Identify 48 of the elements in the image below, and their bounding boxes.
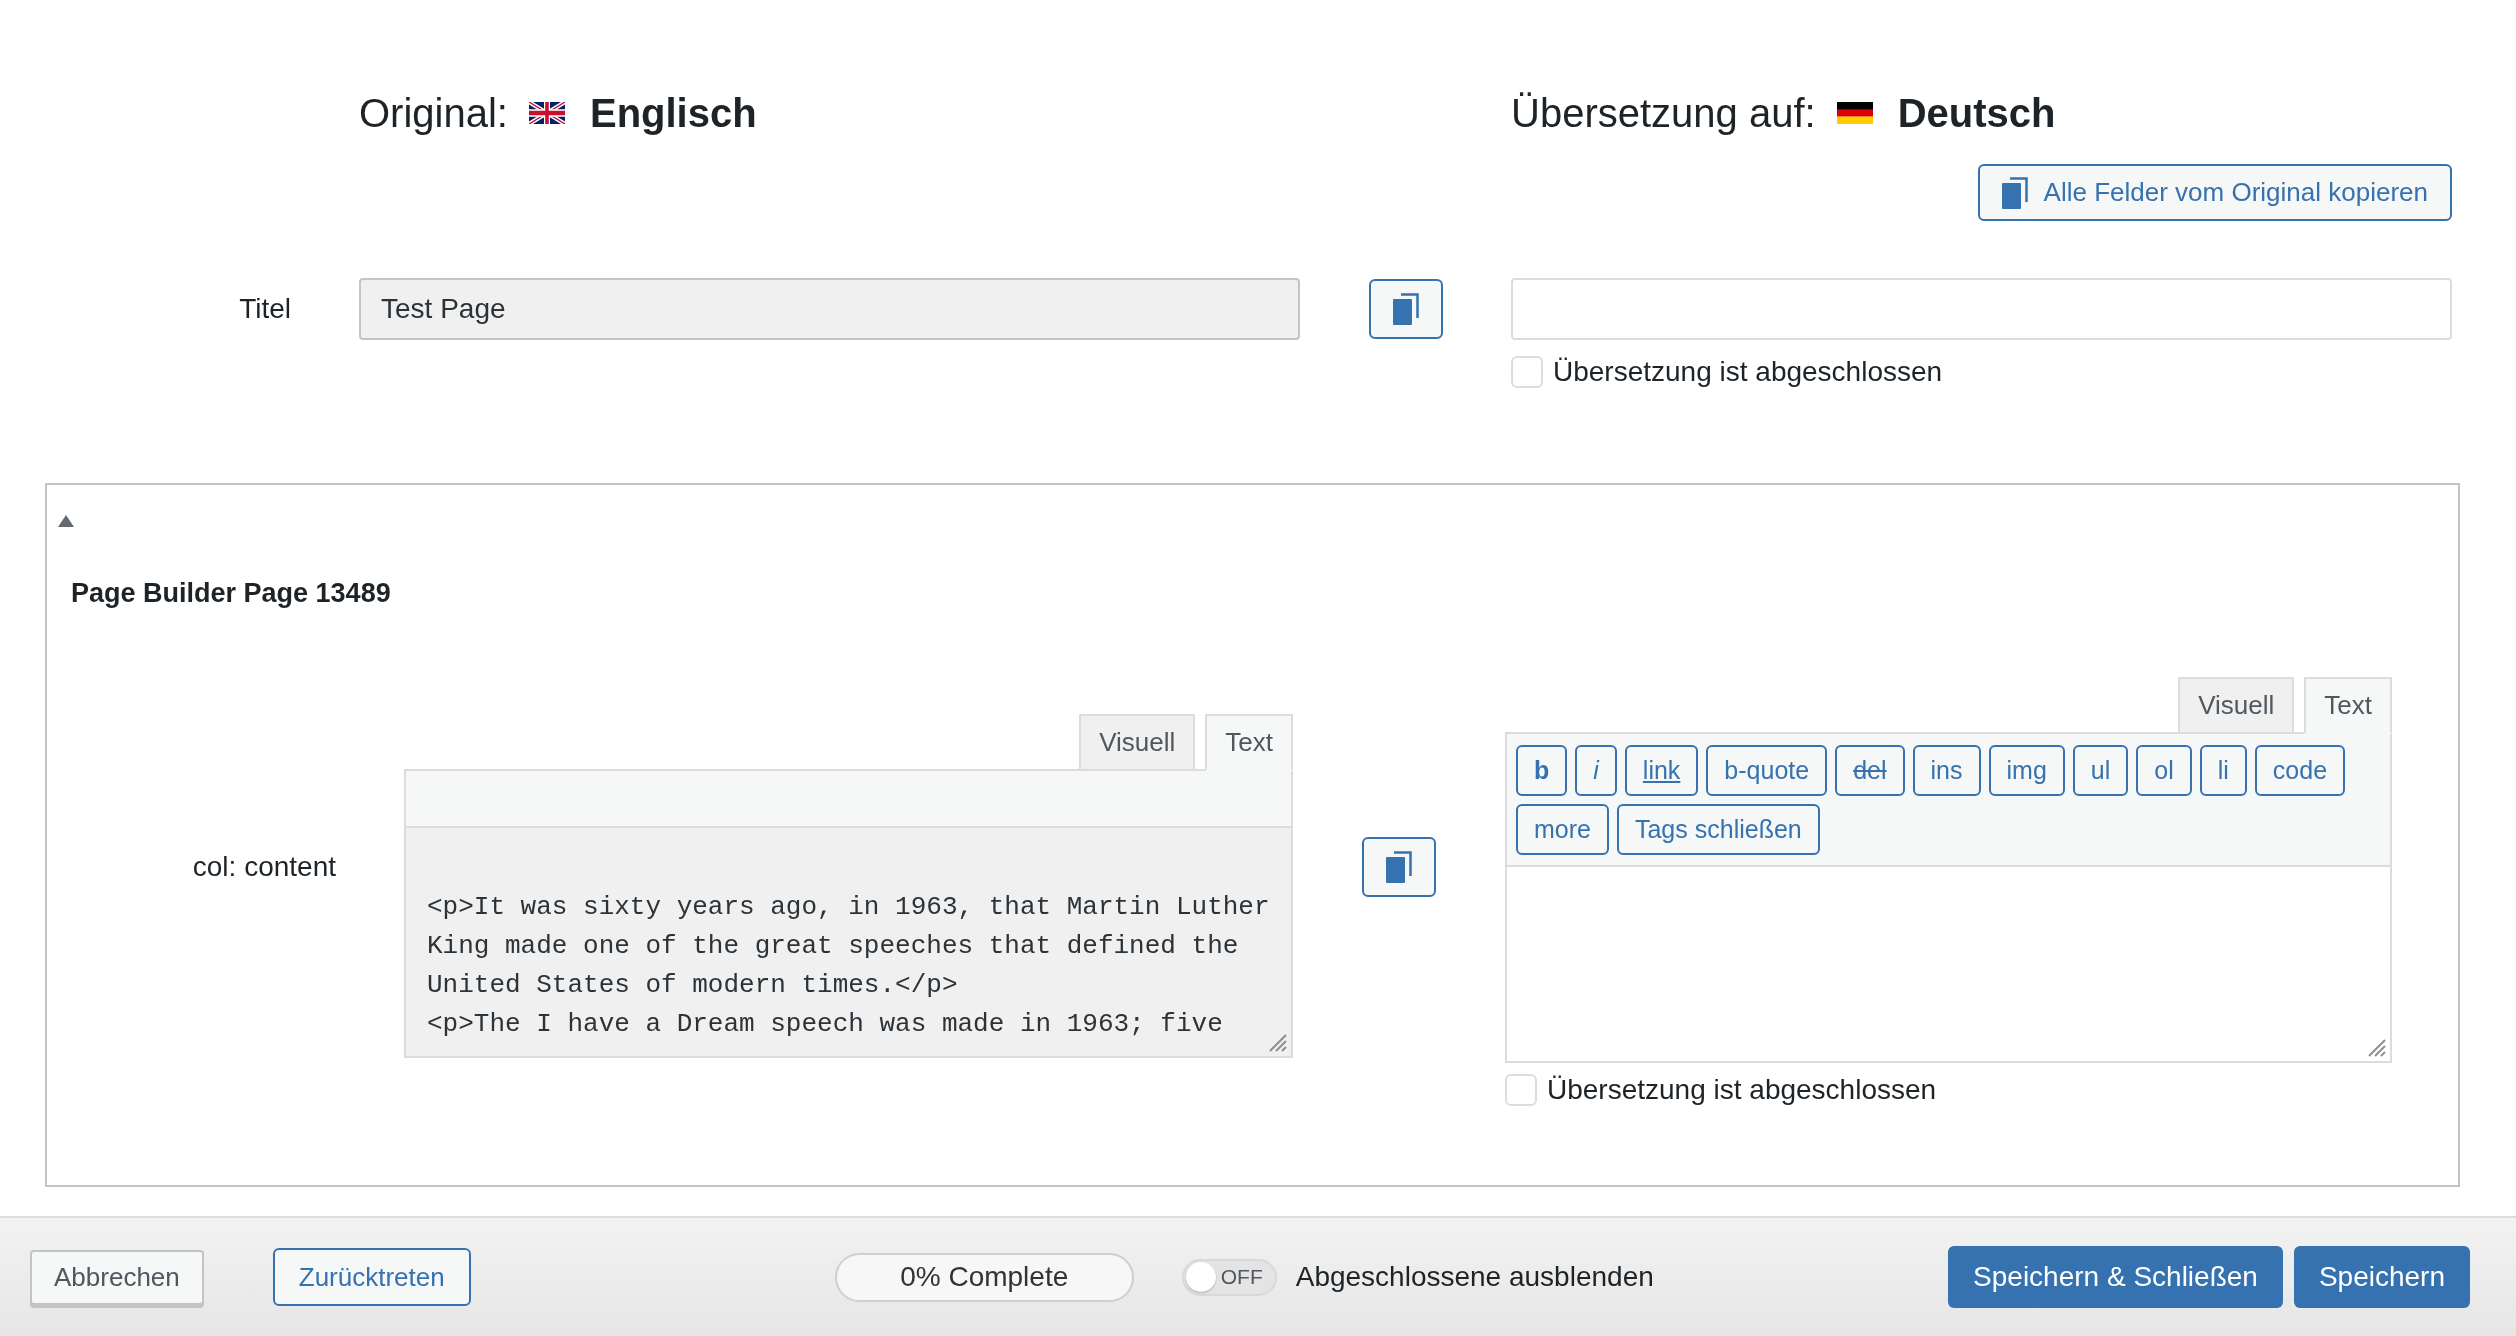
checkbox-label: Übersetzung ist abgeschlossen (1547, 1073, 1937, 1107)
original-language: Englisch (589, 90, 757, 137)
format-button[interactable]: b-quote (1706, 745, 1828, 796)
copy-icon (2001, 176, 2028, 209)
translation-title-input[interactable] (1511, 278, 2452, 340)
uk-flag-icon (528, 102, 565, 124)
copy-icon (1392, 293, 1419, 325)
translation-heading-label: Übersetzung auf: (1511, 90, 1816, 137)
toggle-switch[interactable]: OFF (1181, 1258, 1277, 1296)
copy-button[interactable] (1362, 837, 1436, 897)
editor-tab[interactable]: Visuell (2178, 677, 2295, 734)
editor-tab[interactable]: Text (2304, 677, 2392, 734)
section-title: Page Builder Page 13489 (71, 577, 391, 609)
format-button[interactable]: img (1988, 745, 2065, 796)
original-title-field: Test Page (359, 278, 1300, 340)
format-button[interactable]: Tags schließen (1616, 804, 1820, 855)
format-button[interactable]: link (1624, 745, 1699, 796)
format-button[interactable]: code (2254, 745, 2346, 796)
field-label: col: content (192, 850, 336, 884)
save-button[interactable]: Speichern (2293, 1246, 2470, 1308)
format-button[interactable]: more (1516, 804, 1609, 855)
format-button[interactable]: ins (1912, 745, 1981, 796)
copy-icon (1386, 851, 1412, 883)
format-button[interactable]: ol (2136, 745, 2192, 796)
copy-button[interactable] (1368, 279, 1443, 339)
editor-tab[interactable]: Visuell (1079, 714, 1196, 771)
format-button[interactable]: del (1835, 745, 1905, 796)
checkbox[interactable] (1505, 1074, 1537, 1106)
toggle-label: Abgeschlossene ausblenden (1295, 1261, 1654, 1293)
original-content-textarea: <p>It was sixty years ago, in 1963, that Martin Luther King made one of the great speeches that defined the United States of modern times.</p> <p>The I have a Dream speech was made in 1963; five (404, 828, 1293, 1058)
checkbox[interactable] (1511, 356, 1543, 388)
format-button[interactable]: ul (2072, 745, 2129, 796)
save-and-close-button[interactable]: Speichern & Schließen (1948, 1246, 2283, 1308)
checkbox-label: Übersetzung ist abgeschlossen (1553, 355, 1943, 389)
copy-all-fields-button[interactable]: Alle Felder vom Original kopieren (1977, 164, 2452, 221)
format-button[interactable]: li (2199, 745, 2247, 796)
cancel-button[interactable]: Abbrechen (30, 1249, 204, 1305)
resign-button[interactable]: Zurücktreten (272, 1248, 471, 1306)
original-heading-label: Original: (359, 90, 508, 137)
editor-tab[interactable]: Text (1205, 714, 1293, 771)
format-button[interactable]: i (1575, 745, 1617, 796)
progress-pill: 0% Complete (834, 1252, 1134, 1302)
translation-language: Deutsch (1897, 90, 2056, 137)
toggle-knob-icon (1185, 1262, 1216, 1292)
format-button[interactable]: b (1516, 745, 1568, 796)
german-flag-icon (1836, 102, 1873, 124)
field-label: Titel (239, 292, 291, 326)
collapse-triangle-icon[interactable] (58, 515, 74, 527)
